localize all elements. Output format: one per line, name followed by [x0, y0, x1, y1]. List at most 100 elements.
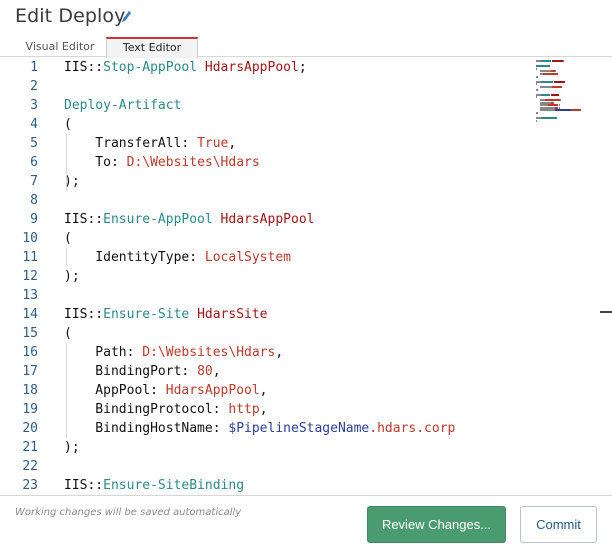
line-number: 3: [30, 98, 38, 113]
minimap-token: [560, 99, 562, 101]
minimap-token: [536, 112, 538, 114]
code-line[interactable]: 8: [0, 191, 530, 210]
code-line[interactable]: 21);: [0, 438, 530, 457]
code-editor[interactable]: 1 IIS::Stop-AppPool HdarsAppPool; 2 3 Deploy…: [0, 58, 612, 495]
code-token: Stop-AppPool: [103, 60, 198, 75]
code-token: BindingHostName:: [64, 421, 229, 436]
line-number: 10: [22, 231, 38, 246]
commit-button[interactable]: Commit: [520, 506, 597, 543]
code-token: LocalSystem: [204, 250, 291, 265]
line-number: 11: [22, 250, 38, 265]
code-text: IIS::Ensure-SiteBinding: [64, 476, 244, 495]
line-number: 4: [30, 117, 38, 132]
code-text: BindingProtocol: http,: [64, 400, 268, 419]
code-token: BindingPort:: [64, 364, 198, 379]
code-text: AppPool: HdarsAppPool,: [64, 381, 268, 400]
code-line[interactable]: 14 IIS::Ensure-Site HdarsSite: [0, 305, 530, 324]
code-line[interactable]: 23 IIS::Ensure-SiteBinding: [0, 476, 530, 495]
line-number: 22: [22, 459, 38, 474]
code-token: ;: [298, 60, 307, 75]
code-line[interactable]: 20 BindingHostName: $PipelineStageName.h…: [0, 419, 530, 438]
review-changes-button[interactable]: Review Changes...: [367, 506, 506, 543]
line-number: 23: [22, 478, 38, 493]
minimap-token: [539, 109, 555, 112]
code-token: TransferAll:: [64, 136, 198, 151]
code-token: D:\Websites\Hdars: [142, 345, 276, 360]
code-line[interactable]: 2: [0, 77, 530, 96]
line-number: 7: [30, 174, 38, 189]
code-line[interactable]: 6 To: D:\Websites\Hdars: [0, 153, 530, 172]
code-token: Deploy-Artifact: [64, 98, 182, 113]
line-number: 12: [22, 269, 38, 284]
code-text: IIS::Stop-AppPool HdarsAppPool;: [64, 58, 307, 77]
code-line[interactable]: 17 BindingPort: 80,: [0, 362, 530, 381]
code-token: BindingProtocol:: [64, 402, 229, 417]
code-line[interactable]: 19 BindingProtocol: http,: [0, 400, 530, 419]
line-number: 18: [22, 383, 38, 398]
code-line[interactable]: 5 TransferAll: True,: [0, 134, 530, 153]
editor-scrollbar[interactable]: [600, 58, 612, 495]
code-line[interactable]: 1 IIS::Stop-AppPool HdarsAppPool;: [0, 58, 530, 77]
code-line[interactable]: 7);: [0, 172, 530, 191]
code-token: IIS::: [64, 60, 104, 75]
code-line[interactable]: 15 (: [0, 324, 530, 343]
line-number: 13: [22, 288, 38, 303]
code-token: ,: [259, 402, 268, 417]
minimap-token: [540, 60, 552, 62]
line-number: 8: [30, 193, 38, 208]
line-number: 5: [30, 136, 38, 151]
code-text: (: [64, 324, 72, 343]
minimap-token: [536, 67, 537, 70]
minimap-token: [536, 88, 538, 91]
pencil-icon[interactable]: [121, 9, 133, 23]
code-token: Path:: [64, 345, 143, 360]
code-token: (: [64, 231, 72, 246]
minimap-token: [536, 96, 537, 99]
code-line[interactable]: 9 IIS::Ensure-AppPool HdarsAppPool: [0, 210, 530, 229]
code-line[interactable]: 11 IdentityType: LocalSystem: [0, 248, 530, 267]
minimap-token: [571, 109, 581, 112]
code-text: IIS::Ensure-Site HdarsSite: [64, 305, 268, 324]
tab-visual-editor[interactable]: Visual Editor: [20, 37, 100, 57]
minimap-token: [551, 93, 560, 96]
code-line[interactable]: 3 Deploy-Artifact: [0, 96, 530, 115]
code-token: );: [64, 440, 80, 455]
code-token: HdarsAppPool: [204, 60, 299, 75]
code-token: ,: [212, 364, 221, 379]
code-token: D:\Websites\Hdars: [126, 155, 260, 170]
code-minimap[interactable]: [534, 58, 600, 124]
code-token: .hdars.corp: [369, 421, 456, 436]
code-token: IdentityType:: [64, 250, 205, 265]
code-line[interactable]: 22: [0, 457, 530, 476]
code-token: AppPool:: [64, 383, 166, 398]
code-line[interactable]: 10 (: [0, 229, 530, 248]
minimap-token: [552, 86, 563, 88]
code-line[interactable]: 12);: [0, 267, 530, 286]
code-token: ,: [259, 383, 268, 398]
line-number: 15: [22, 326, 38, 341]
code-line[interactable]: 4(: [0, 115, 530, 134]
code-token: Ensure-AppPool: [103, 212, 213, 227]
code-text: (: [64, 115, 72, 134]
line-number: 16: [22, 345, 38, 360]
code-token: IIS::: [64, 212, 104, 227]
tab-text-editor[interactable]: Text Editor: [106, 37, 198, 58]
scrollbar-thumb[interactable]: [600, 311, 612, 313]
line-number: 1: [30, 60, 38, 75]
code-token: ,: [228, 136, 237, 151]
code-token: 80: [197, 364, 213, 379]
line-number: 20: [22, 421, 38, 436]
code-token: Ensure-Site: [103, 307, 190, 322]
line-number: 14: [22, 307, 38, 322]
code-token: (: [64, 326, 72, 341]
code-token: HdarsAppPool: [165, 383, 260, 398]
code-line[interactable]: 13: [0, 286, 530, 305]
line-number: 17: [22, 364, 38, 379]
code-line[interactable]: 18 AppPool: HdarsAppPool,: [0, 381, 530, 400]
code-text: IdentityType: LocalSystem: [64, 248, 291, 267]
code-line[interactable]: 16 Path: D:\Websites\Hdars,: [0, 343, 530, 362]
minimap-token: [554, 109, 572, 112]
